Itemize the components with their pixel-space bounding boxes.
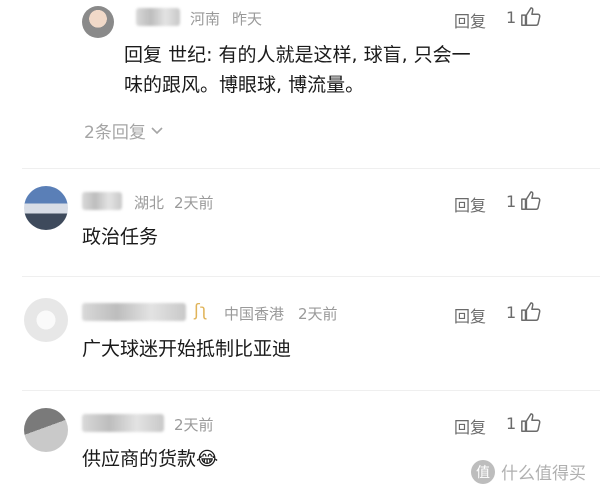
like-button[interactable]: 1 [506,301,542,323]
divider [22,276,600,277]
reply-text-line1: : 有的人就是这样, 球盲, 只会一 [206,44,471,66]
divider [22,168,600,169]
comment-text: 广大球迷开始抵制比亚迪 [82,338,292,360]
comment-location: 中国香港 [224,305,285,323]
reply-text: 回复 世纪: 有的人就是这样, 球盲, 只会一 味的跟风。博眼球, 博流量。 [124,40,544,100]
avatar[interactable] [82,6,114,38]
reply-prefix: 回复 [124,44,163,66]
watermark-text: 什么值得买 [501,464,586,484]
username-blurred[interactable] [82,303,186,321]
chevron-down-icon [151,126,163,134]
watermark: 值 什么值得买 [471,459,586,484]
like-count: 1 [506,7,517,27]
more-replies-label: 2条回复 [84,123,146,143]
thumbs-up-icon [521,7,541,26]
username-blurred[interactable] [82,414,164,432]
thumbs-up-icon [521,413,541,432]
thumbs-up-icon [521,302,541,321]
more-replies-link[interactable]: 2条回复 [84,118,164,143]
like-count: 1 [506,413,517,433]
user-badge: ʃʅ [194,301,208,321]
reply-button[interactable]: 回复 [454,8,486,32]
like-button[interactable]: 1 [506,6,542,28]
comment-time: 2天前 [174,416,214,434]
comment-time: 昨天 [232,10,263,28]
avatar[interactable] [24,408,68,452]
like-count: 1 [506,191,517,211]
comment-location: 河南 [190,10,221,28]
comment-text: 政治任务 [82,226,159,248]
like-button[interactable]: 1 [506,190,542,212]
reply-to-user[interactable]: 世纪 [168,44,206,66]
reply-text-line2: 味的跟风。博眼球, 博流量。 [124,74,365,96]
reply-button[interactable]: 回复 [454,192,486,216]
laughing-emoji-icon: 😂 [196,448,219,470]
reply-button[interactable]: 回复 [454,414,486,438]
username-blurred[interactable] [136,8,180,26]
like-count: 1 [506,302,517,322]
comment-text-body: 供应商的货款 [82,448,197,470]
comment-time: 2天前 [174,194,214,212]
username-blurred[interactable] [82,192,122,210]
zhi-icon: 值 [471,459,495,484]
like-button[interactable]: 1 [506,412,542,434]
avatar[interactable] [24,298,68,342]
comment-text: 供应商的货款😂 [82,444,218,474]
divider [22,390,600,391]
comment-location: 湖北 [134,194,165,212]
comment-time: 2天前 [298,305,338,323]
avatar[interactable] [24,186,68,230]
thumbs-up-icon [521,191,541,210]
reply-button[interactable]: 回复 [454,303,486,327]
